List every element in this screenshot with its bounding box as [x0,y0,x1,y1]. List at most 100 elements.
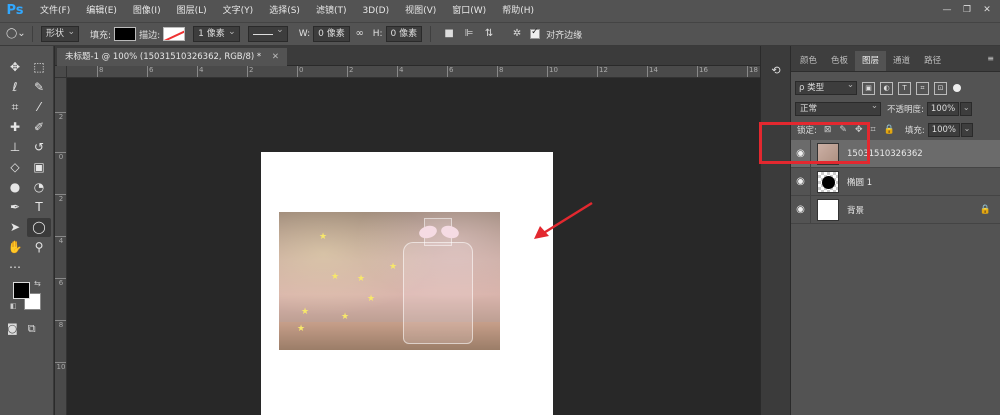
menu-help[interactable]: 帮助(H) [494,0,542,22]
crop-icon[interactable]: ⌗ [3,98,27,117]
eye-icon[interactable]: ◉ [791,167,811,196]
align-edges-checkbox[interactable] [530,27,541,39]
tab-paths[interactable]: 路径 [917,51,948,71]
filter-shape-icon[interactable]: ⌗ [916,81,929,95]
marquee-icon[interactable]: ⬚ [27,58,51,77]
lock-artboard-icon[interactable]: ⌗ [871,125,876,135]
path-select-icon[interactable]: ➤ [3,218,27,237]
blend-row: 正常 不透明度: 100% ⌄ [791,99,1000,119]
height-input[interactable]: 0 像素 [385,26,423,42]
stamp-icon[interactable]: ⊥ [3,138,27,157]
tab-channels[interactable]: 通道 [886,51,917,71]
blend-mode-select[interactable]: 正常 [795,100,881,116]
layer-name[interactable]: 椭圆 1 [847,176,872,188]
eraser-icon[interactable]: ◇ [3,158,27,177]
layer-row[interactable]: ◉ 椭圆 1 [791,167,1000,196]
link-icon[interactable]: ∞ [352,26,368,42]
restore-button[interactable]: ❐ [958,2,976,18]
document-tab[interactable]: 未标题-1 @ 100% (15031510326362, RGB/8) * ✕ [57,48,288,66]
document-canvas[interactable]: ★ ★ ★ ★ ★ ★ ★ ★ [261,152,553,415]
menu-window[interactable]: 窗口(W) [444,0,494,22]
fill-input[interactable]: 100% [927,123,960,137]
zoom-icon[interactable]: ⚲ [27,238,51,257]
separator [430,26,432,42]
eyedropper-icon[interactable]: ⁄ [27,98,51,117]
foreground-color[interactable] [13,282,30,299]
ruler-corner [55,66,67,78]
tab-swatches[interactable]: 色板 [824,51,855,71]
ruler-tick: 6 [55,278,66,288]
heal-icon[interactable]: ✚ [3,118,27,137]
menu-filter[interactable]: 滤镜(T) [308,0,355,22]
lock-icon[interactable]: 🔒 [980,205,991,215]
shape-mode-select[interactable]: 形状 [41,25,80,42]
more-icon[interactable]: ⋯ [3,258,27,277]
canvas-area[interactable]: ★ ★ ★ ★ ★ ★ ★ ★ [67,78,760,415]
close-button[interactable]: ✕ [978,2,996,18]
default-colors-icon[interactable]: ◧ [10,302,17,310]
ellipse-icon[interactable]: ◯ [27,218,51,237]
filter-pixel-icon[interactable]: ▣ [862,81,875,95]
tab-layers[interactable]: 图层 [855,51,887,71]
ruler-tick: 4 [397,66,403,77]
path-alignment-icon[interactable]: ⊫ [461,26,477,42]
ruler-tick: 12 [597,66,608,77]
stroke-width-select[interactable]: 1 像素 [193,25,240,42]
filter-adjust-icon[interactable]: ◐ [880,81,893,95]
menu-file[interactable]: 文件(F) [32,0,78,22]
move-icon[interactable]: ✥ [3,58,27,77]
menu-image[interactable]: 图像(I) [125,0,169,22]
menu-type[interactable]: 文字(Y) [215,0,262,22]
filter-toggle[interactable] [953,84,961,92]
gradient-icon[interactable]: ▣ [27,158,51,177]
window-controls: — ❐ ✕ [938,2,996,18]
menu-layer[interactable]: 图层(L) [169,0,215,22]
path-operations-icon[interactable]: ■ [441,26,457,42]
photo-layer-image[interactable]: ★ ★ ★ ★ ★ ★ ★ ★ [279,212,500,350]
quick-mask-icon[interactable]: ◙ [7,322,18,336]
width-input[interactable]: 0 像素 [313,26,350,42]
opacity-dropdown-icon[interactable]: ⌄ [960,102,973,116]
stroke-swatch[interactable] [163,27,186,41]
eye-icon[interactable]: ◉ [791,195,811,224]
filter-type-icon[interactable]: T [898,81,911,95]
menu-select[interactable]: 选择(S) [261,0,308,22]
swap-colors-icon[interactable]: ⇆ [34,279,41,288]
lock-all-icon[interactable]: 🔒 [884,125,895,135]
close-tab-icon[interactable]: ✕ [272,52,279,62]
menu-3d[interactable]: 3D(D) [354,0,397,22]
history-icon[interactable]: ⟲ [768,64,784,80]
gear-icon[interactable]: ✲ [509,26,525,42]
dodge-icon[interactable]: ◔ [27,178,51,197]
quick-select-icon[interactable]: ✎ [27,78,51,97]
ruler-tick: 6 [447,66,453,77]
layer-row[interactable]: ◉ 背景 🔒 [791,195,1000,224]
minimize-button[interactable]: — [938,2,956,18]
lasso-icon[interactable]: ℓ [3,78,27,97]
hand-icon[interactable]: ✋ [3,238,27,257]
layer-kind-select[interactable]: ρ 类型 [795,79,857,95]
stroke-type-select[interactable] [247,25,288,42]
collapsed-panel-strip: ⟲ [760,46,790,415]
type-icon[interactable]: T [27,198,51,217]
menu-edit[interactable]: 编辑(E) [78,0,125,22]
fill-dropdown-icon[interactable]: ⌄ [961,123,973,137]
star-icon: ★ [297,324,306,334]
path-arrangement-icon[interactable]: ⇅ [481,26,497,42]
ellipse-tool-preset-icon[interactable]: ◯⌄ [6,26,26,42]
pen-icon[interactable]: ✒ [3,198,27,217]
brush-icon[interactable]: ✐ [27,118,51,137]
filter-smart-icon[interactable]: ⊡ [934,81,947,95]
layer-name[interactable]: 背景 [847,204,864,216]
opacity-input[interactable]: 100% [926,102,960,116]
history-brush-icon[interactable]: ↺ [27,138,51,157]
star-icon: ★ [357,274,366,284]
fill-swatch[interactable] [114,27,137,41]
blur-icon[interactable]: ● [3,178,27,197]
horizontal-ruler: 8 6 4 2 0 2 4 6 8 10 12 14 16 18 [67,66,760,78]
panel-menu-icon[interactable]: ≡ [987,54,994,63]
tab-color[interactable]: 颜色 [793,51,824,71]
menu-view[interactable]: 视图(V) [397,0,444,22]
screen-mode-icon[interactable]: ⧉ [28,322,36,336]
layer-thumbnail [817,170,839,193]
